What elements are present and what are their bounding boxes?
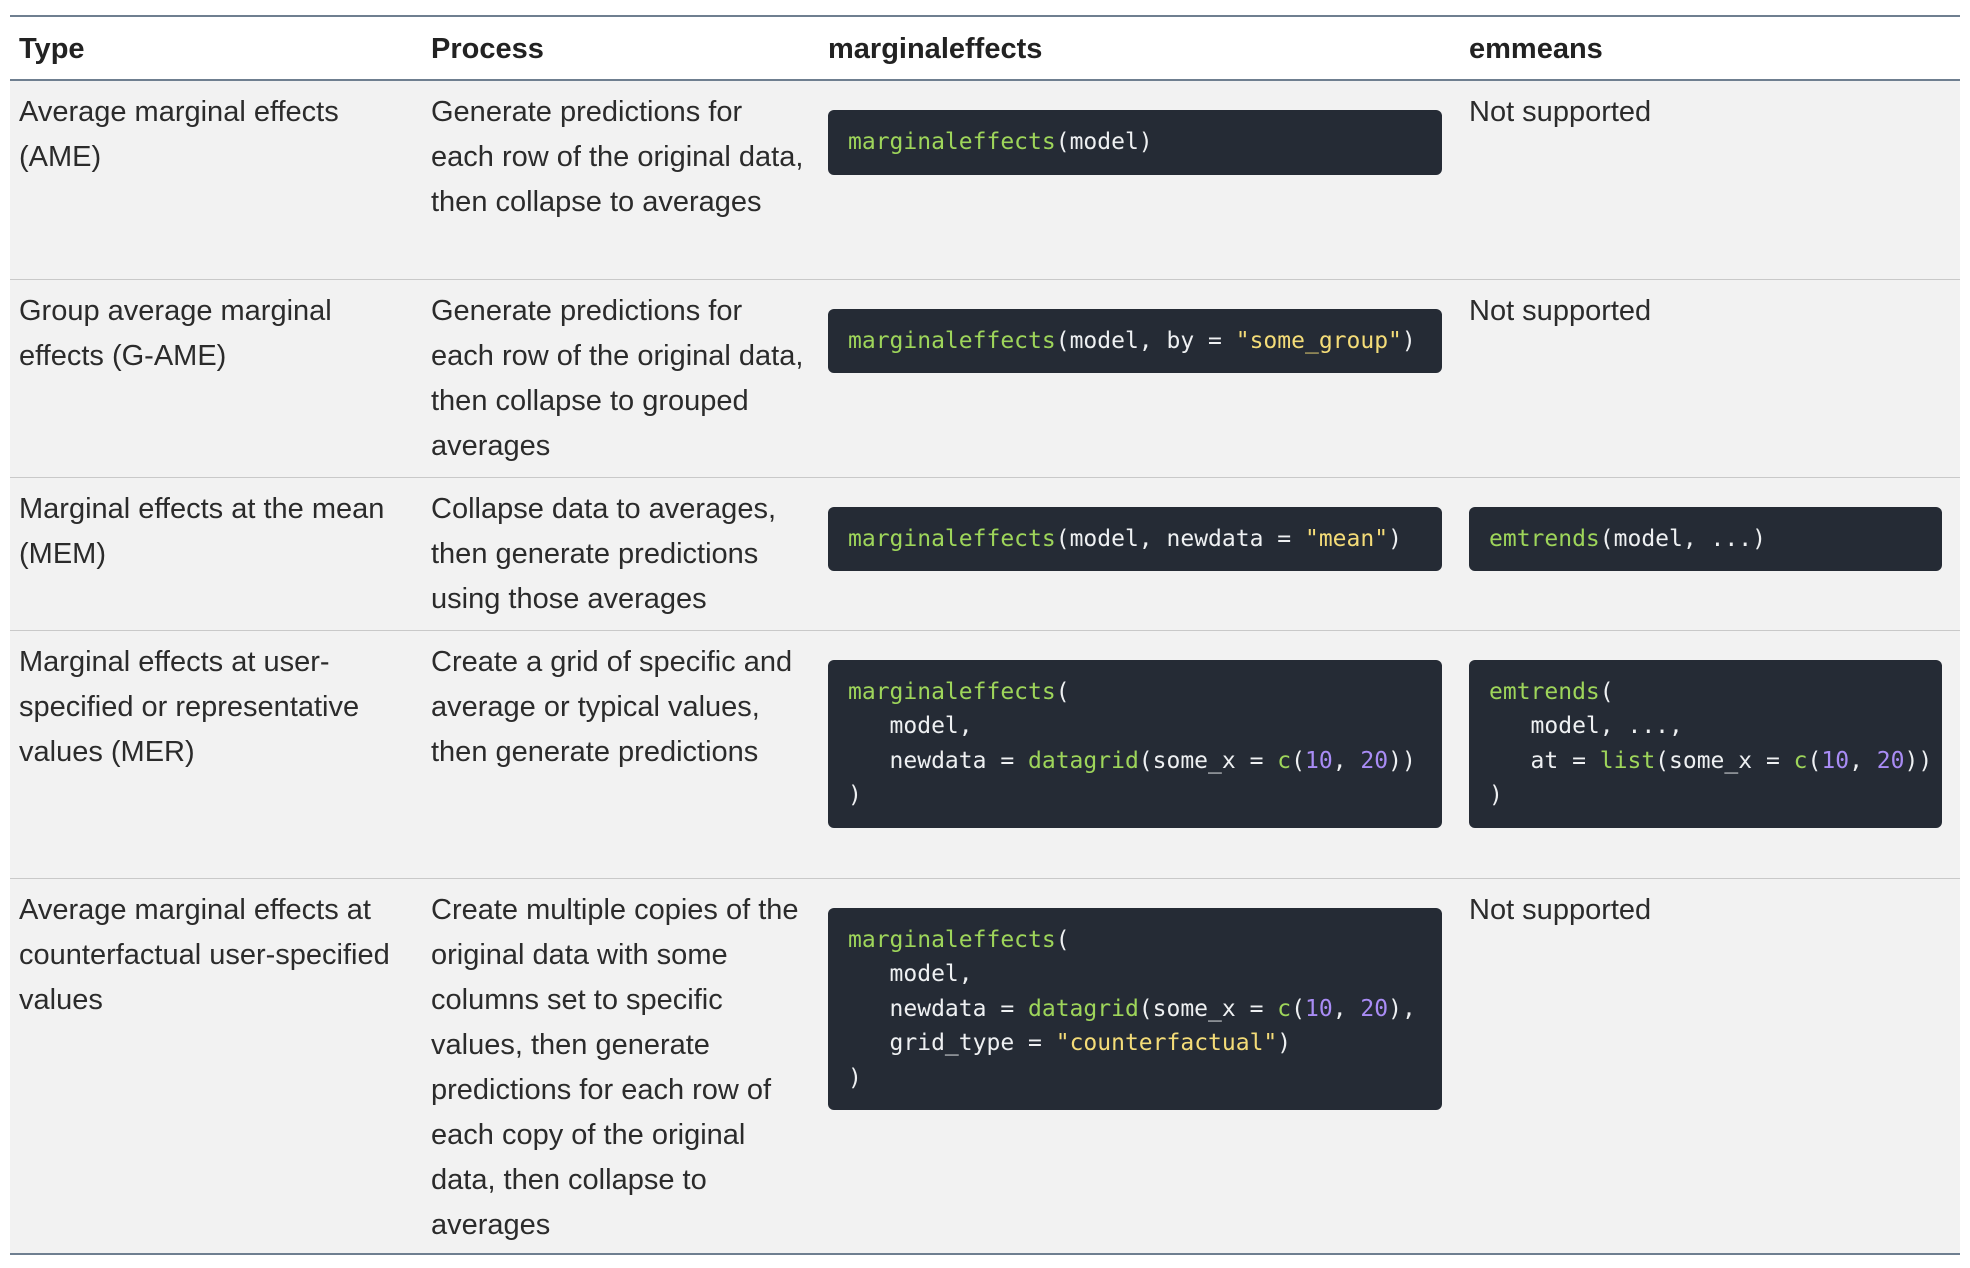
code-block[interactable]: marginaleffects(model) — [828, 110, 1442, 175]
process-cell: Generate predictions for each row of the… — [431, 96, 804, 218]
code-block[interactable]: marginaleffects( model, newdata = datagr… — [828, 659, 1442, 828]
emmeans-cell: emtrends( model, ..., at = list(some_x =… — [1460, 630, 1960, 878]
code-block[interactable]: marginaleffects( model, newdata = datagr… — [828, 907, 1442, 1110]
code-block[interactable]: emtrends(model, ...) — [1469, 506, 1942, 571]
emmeans-cell: Not supported — [1469, 294, 1652, 327]
comparison-table: Type Process marginaleffects emmeans Ave… — [10, 15, 1960, 1255]
marginaleffects-cell: marginaleffects( model, newdata = datagr… — [819, 630, 1460, 878]
header-type: Type — [19, 33, 85, 65]
process-cell: Create a grid of specific and average or… — [431, 645, 793, 768]
table-row: Group average marginal effects (G-AME) G… — [10, 279, 1960, 477]
type-cell: Group average marginal effects (G-AME) — [19, 294, 332, 372]
process-cell: Generate predictions for each row of the… — [431, 294, 804, 462]
process-cell: Collapse data to averages, then generate… — [431, 492, 776, 615]
marginaleffects-cell: marginaleffects(model, by = "some_group"… — [819, 279, 1460, 477]
emmeans-cell: emtrends(model, ...) — [1460, 477, 1960, 630]
code-block[interactable]: marginaleffects(model, by = "some_group"… — [828, 308, 1442, 373]
marginaleffects-cell: marginaleffects( model, newdata = datagr… — [819, 878, 1460, 1254]
code-block[interactable]: marginaleffects(model, newdata = "mean") — [828, 506, 1442, 571]
type-cell: Marginal effects at user-specified or re… — [19, 645, 360, 768]
marginaleffects-cell: marginaleffects(model, newdata = "mean") — [819, 477, 1460, 630]
emmeans-cell: Not supported — [1469, 893, 1652, 926]
header-row: Type Process marginaleffects emmeans — [10, 16, 1960, 80]
table-row: Marginal effects at user-specified or re… — [10, 630, 1960, 878]
type-cell: Average marginal effects at counterfactu… — [19, 893, 390, 1016]
emmeans-cell: Not supported — [1469, 96, 1652, 128]
comparison-table-container: Type Process marginaleffects emmeans Ave… — [10, 15, 1960, 1255]
table-header: Type Process marginaleffects emmeans — [10, 16, 1960, 80]
header-marginaleffects: marginaleffects — [828, 33, 1043, 65]
table-row: Average marginal effects (AME) Generate … — [10, 80, 1960, 279]
code-block[interactable]: emtrends( model, ..., at = list(some_x =… — [1469, 659, 1942, 828]
table-row: Average marginal effects at counterfactu… — [10, 878, 1960, 1254]
header-process: Process — [431, 33, 544, 65]
type-cell: Marginal effects at the mean (MEM) — [19, 492, 385, 570]
table-row: Marginal effects at the mean (MEM) Colla… — [10, 477, 1960, 630]
header-emmeans: emmeans — [1469, 33, 1603, 65]
table-body: Average marginal effects (AME) Generate … — [10, 80, 1960, 1254]
type-cell: Average marginal effects (AME) — [19, 96, 339, 173]
process-cell: Create multiple copies of the original d… — [431, 893, 799, 1241]
marginaleffects-cell: marginaleffects(model) — [819, 80, 1460, 279]
